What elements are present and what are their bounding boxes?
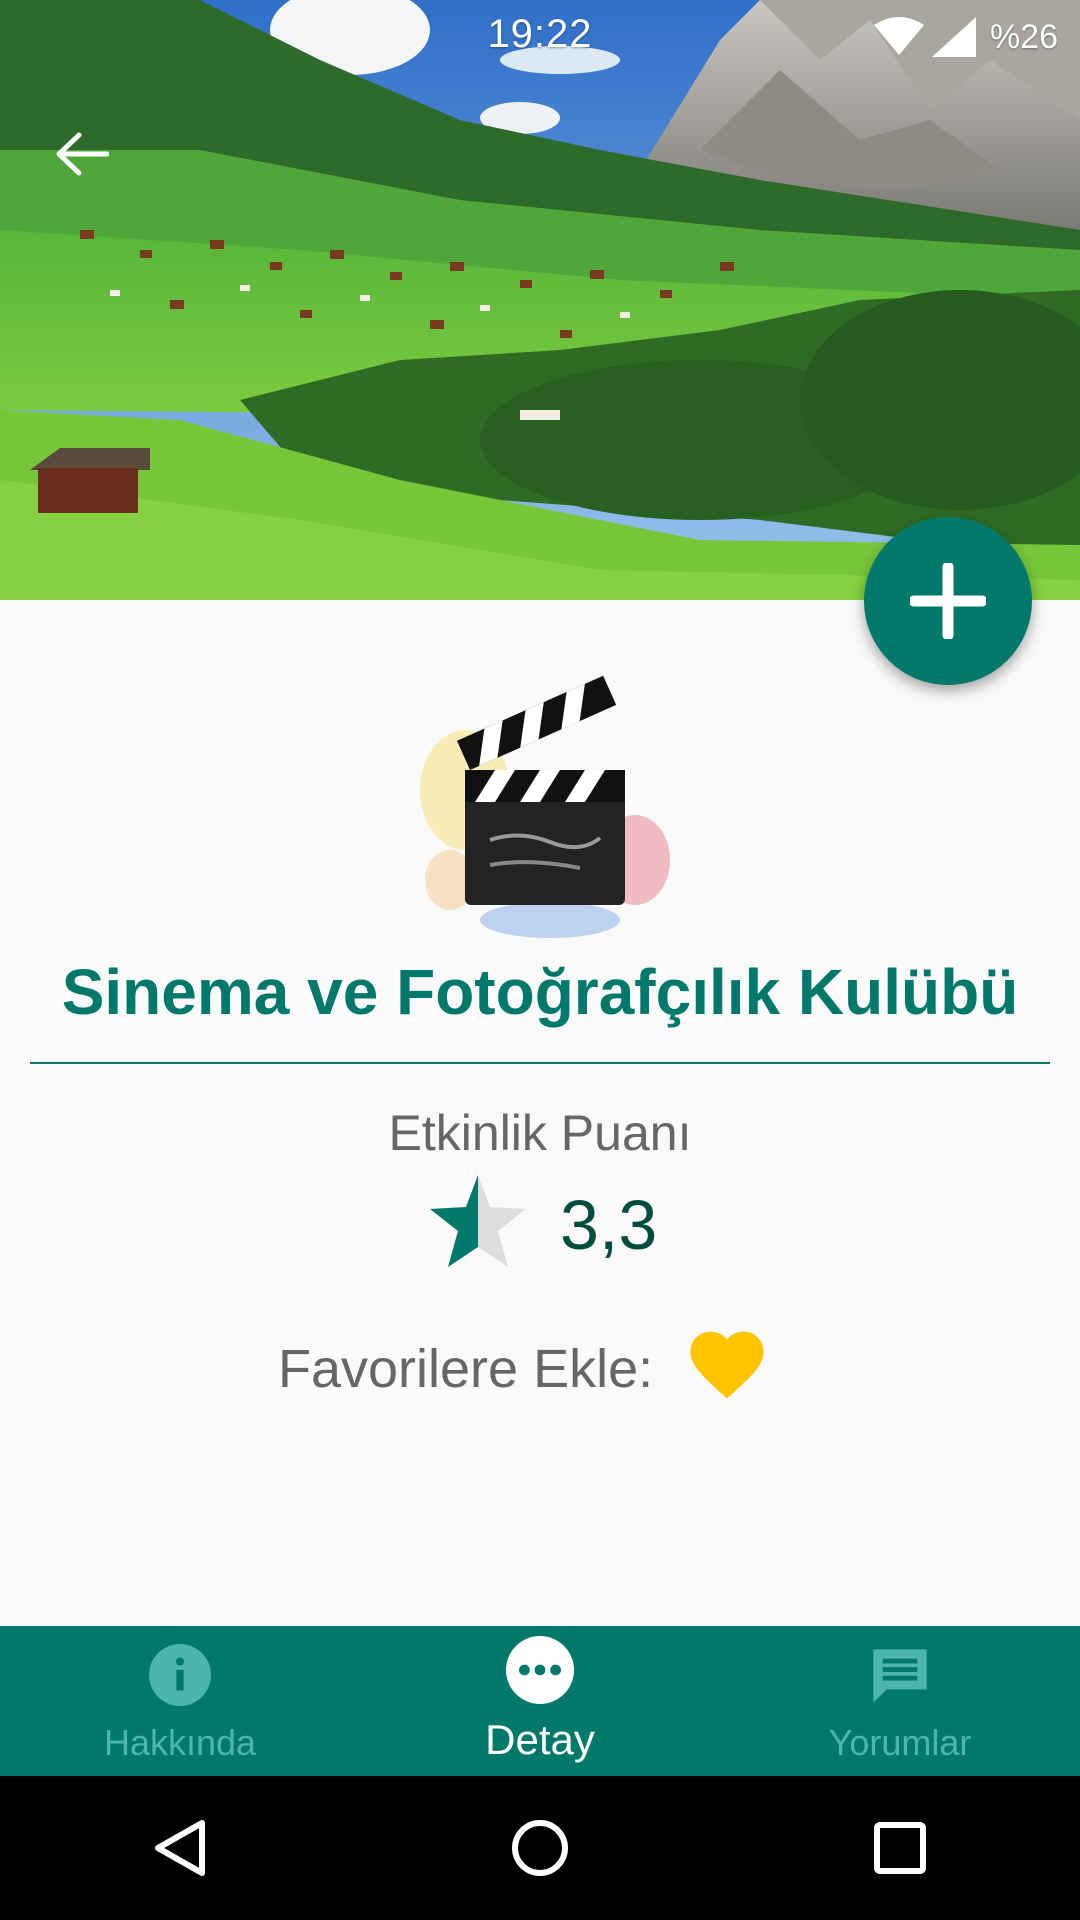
system-navigation-bar: [0, 1776, 1080, 1920]
landscape-illustration: [0, 0, 1080, 600]
status-icons: %26: [873, 14, 1058, 60]
title-divider: [30, 1062, 1050, 1064]
plus-icon: [910, 563, 986, 639]
rating-value: 3,3: [560, 1186, 658, 1264]
bottom-navigation: Hakkında Detay Yorumlar: [0, 1626, 1080, 1776]
favorites-row: Favorilere Ekle:: [0, 1330, 1080, 1410]
back-button[interactable]: [46, 118, 118, 190]
arrow-back-icon: [56, 132, 109, 176]
rating-label: Etkinlik Puanı: [388, 1105, 692, 1161]
system-home-button[interactable]: [480, 1788, 600, 1908]
nav-label-hakkinda: Hakkında: [103, 1722, 257, 1763]
nav-label-detay: Detay: [485, 1716, 595, 1763]
back-triangle-icon: [155, 1820, 205, 1876]
clapperboard-icon: [420, 675, 670, 938]
half-star-icon: [430, 1175, 526, 1267]
nav-tab-hakkinda[interactable]: Hakkında: [0, 1626, 360, 1776]
club-logo: [410, 670, 680, 940]
add-fab-button[interactable]: [864, 517, 1032, 685]
club-title: Sinema ve Fotoğrafçılık Kulübü: [61, 956, 1019, 1028]
nav-tab-yorumlar[interactable]: Yorumlar: [720, 1626, 1080, 1776]
recents-square-icon: [874, 1822, 926, 1874]
rating-row: 3,3: [0, 1175, 1080, 1275]
header-image: [0, 0, 1080, 600]
favorites-label: Favorilere Ekle:: [278, 1339, 654, 1399]
home-circle-icon: [512, 1820, 568, 1876]
battery-percentage: %26: [989, 17, 1058, 56]
nav-label-yorumlar: Yorumlar: [828, 1722, 972, 1763]
status-bar: 19:22 %26: [0, 0, 1080, 72]
nav-tab-detay[interactable]: Detay: [360, 1626, 720, 1776]
wifi-icon: [873, 17, 924, 55]
favorite-toggle-button[interactable]: [688, 1330, 766, 1405]
heart-icon: [690, 1331, 764, 1399]
system-recents-button[interactable]: [840, 1788, 960, 1908]
system-back-button[interactable]: [120, 1788, 240, 1908]
cell-signal-icon: [931, 17, 976, 57]
more-horiz-icon: [506, 1636, 574, 1704]
info-icon: [149, 1644, 211, 1706]
comment-icon: [873, 1649, 927, 1703]
